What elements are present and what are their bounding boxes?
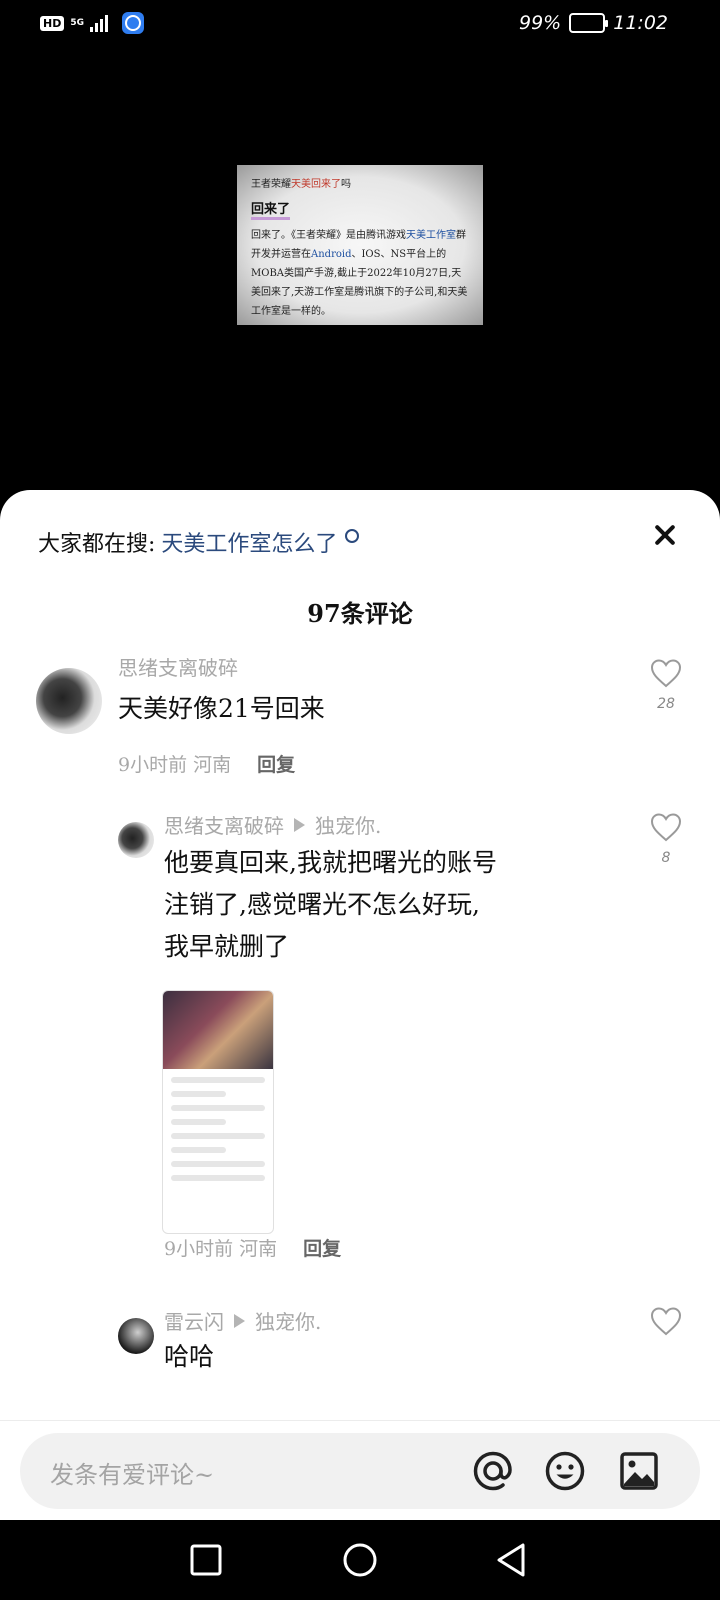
preview-link-android: Android <box>311 249 352 260</box>
like-count: 8 <box>661 850 671 866</box>
thumbnail-line <box>171 1161 265 1167</box>
battery-icon <box>569 13 609 33</box>
comment-text: 天美好像21号回来 <box>118 694 325 723</box>
reply-time: 9小时前 <box>164 1238 234 1260</box>
avatar[interactable] <box>36 668 102 734</box>
preview-title-prefix: 王者荣耀 <box>251 179 291 190</box>
comment-input-bar: 发条有爱评论~ <box>0 1420 720 1520</box>
reply-to-name: 独宠你. <box>255 1310 322 1334</box>
reply-text: 哈哈 <box>164 1342 215 1371</box>
reply-author-name: 雷云闪 <box>164 1310 224 1334</box>
preview-title-suffix: 吗 <box>341 179 351 190</box>
reply-image-thumbnail[interactable] <box>162 990 274 1234</box>
input-placeholder: 发条有爱评论~ <box>50 1461 215 1489</box>
preview-title-highlight: 天美回来了 <box>291 179 341 190</box>
reply-text-line: 他要真回来,我就把曙光的账号 <box>164 848 497 877</box>
reply-author-name: 思绪支离破碎 <box>164 814 284 838</box>
emoji-icon[interactable] <box>544 1450 586 1492</box>
thumbnail-line <box>171 1105 265 1111</box>
preview-heading: 回来了 <box>251 198 291 220</box>
reply-text-line: 我早就删了 <box>164 932 290 961</box>
comment-author[interactable]: 思绪支离破碎 <box>118 652 238 681</box>
battery-percent: 99% <box>519 12 562 34</box>
browser-app-icon <box>122 12 144 34</box>
comment-input[interactable]: 发条有爱评论~ <box>20 1433 700 1509</box>
reply-meta: 9小时前 河南 回复 <box>164 1234 341 1261</box>
status-right: 99% 11:02 <box>519 12 668 34</box>
preview-title: 王者荣耀天美回来了吗 <box>251 175 469 190</box>
comment-time-location: 9小时前 河南 <box>118 750 231 777</box>
heart-icon <box>650 813 682 842</box>
mention-icon[interactable] <box>472 1450 514 1492</box>
video-preview[interactable]: 王者荣耀天美回来了吗 回来了 回来了。《王者荣耀》是由腾讯游戏天美工作室群开发并… <box>237 165 483 325</box>
signal-icon <box>90 14 108 32</box>
recent-apps-icon[interactable] <box>188 1542 224 1578</box>
comment-location: 河南 <box>193 754 232 776</box>
reply-text-line: 注销了,感觉曙光不怎么好玩, <box>164 890 480 919</box>
preview-body-text-1: 回来了。《王者荣耀》是由腾讯游戏 <box>251 230 406 241</box>
preview-body: 回来了。《王者荣耀》是由腾讯游戏天美工作室群开发并运营在Android、IOS、… <box>251 226 469 321</box>
like-button[interactable] <box>646 1306 686 1340</box>
reply-author[interactable]: 思绪支离破碎 独宠你. <box>164 810 381 839</box>
reply-author[interactable]: 雷云闪 独宠你. <box>164 1306 321 1335</box>
reply-arrow-icon <box>234 1313 245 1328</box>
reply-time-location: 9小时前 河南 <box>164 1234 277 1261</box>
network-type: 5G <box>70 17 84 28</box>
thumbnail-line <box>171 1133 265 1139</box>
avatar[interactable] <box>118 822 154 858</box>
thumbnail-line <box>171 1091 226 1097</box>
home-icon[interactable] <box>342 1542 378 1578</box>
thumbnail-line <box>171 1147 226 1153</box>
thumbnail-line <box>171 1077 265 1083</box>
comment-time: 9小时前 <box>118 754 188 776</box>
reply-button[interactable]: 回复 <box>257 750 295 777</box>
reply-text: 他要真回来,我就把曙光的账号 注销了,感觉曙光不怎么好玩, 我早就删了 <box>164 842 497 968</box>
like-count: 28 <box>657 696 675 712</box>
suggested-search[interactable]: 大家都在搜: 天美工作室怎么了 <box>38 526 360 558</box>
comment-author-name: 思绪支离破碎 <box>118 656 238 680</box>
image-icon[interactable] <box>618 1450 660 1492</box>
hd-badge: HD <box>40 15 65 31</box>
comment-meta: 9小时前 河南 回复 <box>118 750 295 777</box>
preview-link-studio: 天美工作室 <box>406 230 456 241</box>
reply-to-name: 独宠你. <box>315 814 382 838</box>
heart-icon <box>650 1307 682 1336</box>
search-term-link[interactable]: 天美工作室怎么了 <box>161 526 337 558</box>
thumbnail-banner <box>163 991 273 1069</box>
reply-location: 河南 <box>239 1238 278 1260</box>
reply-button[interactable]: 回复 <box>303 1234 341 1261</box>
back-icon[interactable] <box>494 1542 530 1578</box>
clock: 11:02 <box>613 12 668 34</box>
comment-sheet: 大家都在搜: 天美工作室怎么了 97条评论 思绪支离破碎 天美好像21号回来 9… <box>0 490 720 1520</box>
status-left: HD 5G <box>40 12 144 34</box>
heart-icon <box>650 659 682 688</box>
thumbnail-line <box>171 1119 226 1125</box>
thumbnail-line <box>171 1175 265 1181</box>
status-bar: HD 5G 99% 11:02 <box>0 0 720 48</box>
avatar[interactable] <box>118 1318 154 1354</box>
search-prefix: 大家都在搜: <box>38 532 156 557</box>
reply-arrow-icon <box>294 817 305 832</box>
system-nav-bar <box>0 1520 720 1600</box>
like-button[interactable]: 8 <box>646 812 686 866</box>
close-button[interactable] <box>650 520 680 550</box>
comment-count-title: 97条评论 <box>307 599 413 628</box>
like-button[interactable]: 28 <box>646 658 686 712</box>
search-icon <box>345 529 360 543</box>
